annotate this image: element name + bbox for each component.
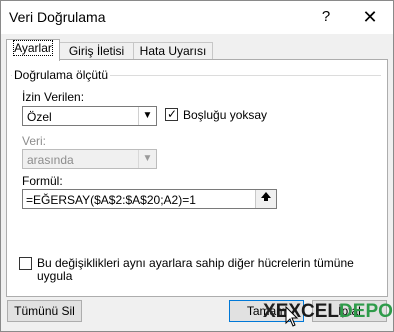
watermark-logo: XEXCELDEPO bbox=[263, 301, 393, 325]
watermark-x: X bbox=[263, 301, 276, 322]
tab-error-alert-label: Hata Uyarısı bbox=[139, 44, 207, 58]
data-select[interactable]: arasında ▼ bbox=[22, 149, 157, 169]
tab-settings[interactable]: Ayarlar bbox=[6, 39, 60, 61]
tab-input-message[interactable]: Giriş İletisi bbox=[58, 42, 135, 60]
collapse-arrow-icon bbox=[261, 192, 271, 201]
formula-input[interactable]: =EĞERSAY($A$2:$A$20;A2)=1 bbox=[22, 189, 277, 209]
allow-label: İzin Verilen: bbox=[22, 90, 85, 104]
data-validation-dialog: Veri Doğrulama ? ✕ Ayarlar Giriş İletisi… bbox=[0, 0, 394, 332]
window-title: Veri Doğrulama bbox=[9, 9, 106, 25]
help-button[interactable]: ? bbox=[312, 5, 340, 29]
title-bar: Veri Doğrulama ? ✕ bbox=[1, 1, 393, 34]
ignore-blank-checkbox[interactable]: ✓ bbox=[165, 107, 178, 121]
checkmark-icon: ✓ bbox=[167, 107, 178, 121]
clear-all-button[interactable]: Tümünü Sil bbox=[7, 300, 82, 322]
settings-panel: Doğrulama ölçütü İzin Verilen: Özel ▼ ✓ … bbox=[6, 59, 388, 297]
collapse-range-button[interactable] bbox=[255, 190, 276, 208]
apply-all-label[interactable]: Bu değişiklikleri aynı ayarlara sahip di… bbox=[37, 257, 377, 283]
close-button[interactable]: ✕ bbox=[353, 5, 387, 29]
apply-all-label-line1: Bu değişiklikleri aynı ayarlara sahip di… bbox=[37, 256, 354, 270]
ignore-blank-label[interactable]: Boşluğu yoksay bbox=[183, 108, 267, 122]
allow-select[interactable]: Özel ▼ bbox=[22, 106, 157, 126]
formula-value: =EĞERSAY($A$2:$A$20;A2)=1 bbox=[26, 193, 196, 207]
apply-all-checkbox[interactable] bbox=[19, 257, 32, 270]
criteria-group-label: Doğrulama ölçütü bbox=[12, 68, 111, 82]
mouse-cursor-icon bbox=[285, 306, 299, 327]
tab-settings-label: Ayarlar bbox=[13, 40, 53, 56]
data-label: Veri: bbox=[22, 134, 47, 148]
tab-input-message-label: Giriş İletisi bbox=[68, 44, 125, 58]
apply-all-label-line2: uygula bbox=[37, 269, 73, 283]
tab-error-alert[interactable]: Hata Uyarısı bbox=[133, 42, 213, 60]
allow-select-value: Özel bbox=[27, 110, 52, 124]
watermark-depo: DEPO bbox=[339, 301, 393, 322]
data-select-value: arasında bbox=[27, 153, 74, 167]
chevron-down-icon: ▼ bbox=[138, 107, 156, 125]
formula-label: Formül: bbox=[22, 174, 63, 188]
chevron-down-icon: ▼ bbox=[138, 150, 156, 168]
